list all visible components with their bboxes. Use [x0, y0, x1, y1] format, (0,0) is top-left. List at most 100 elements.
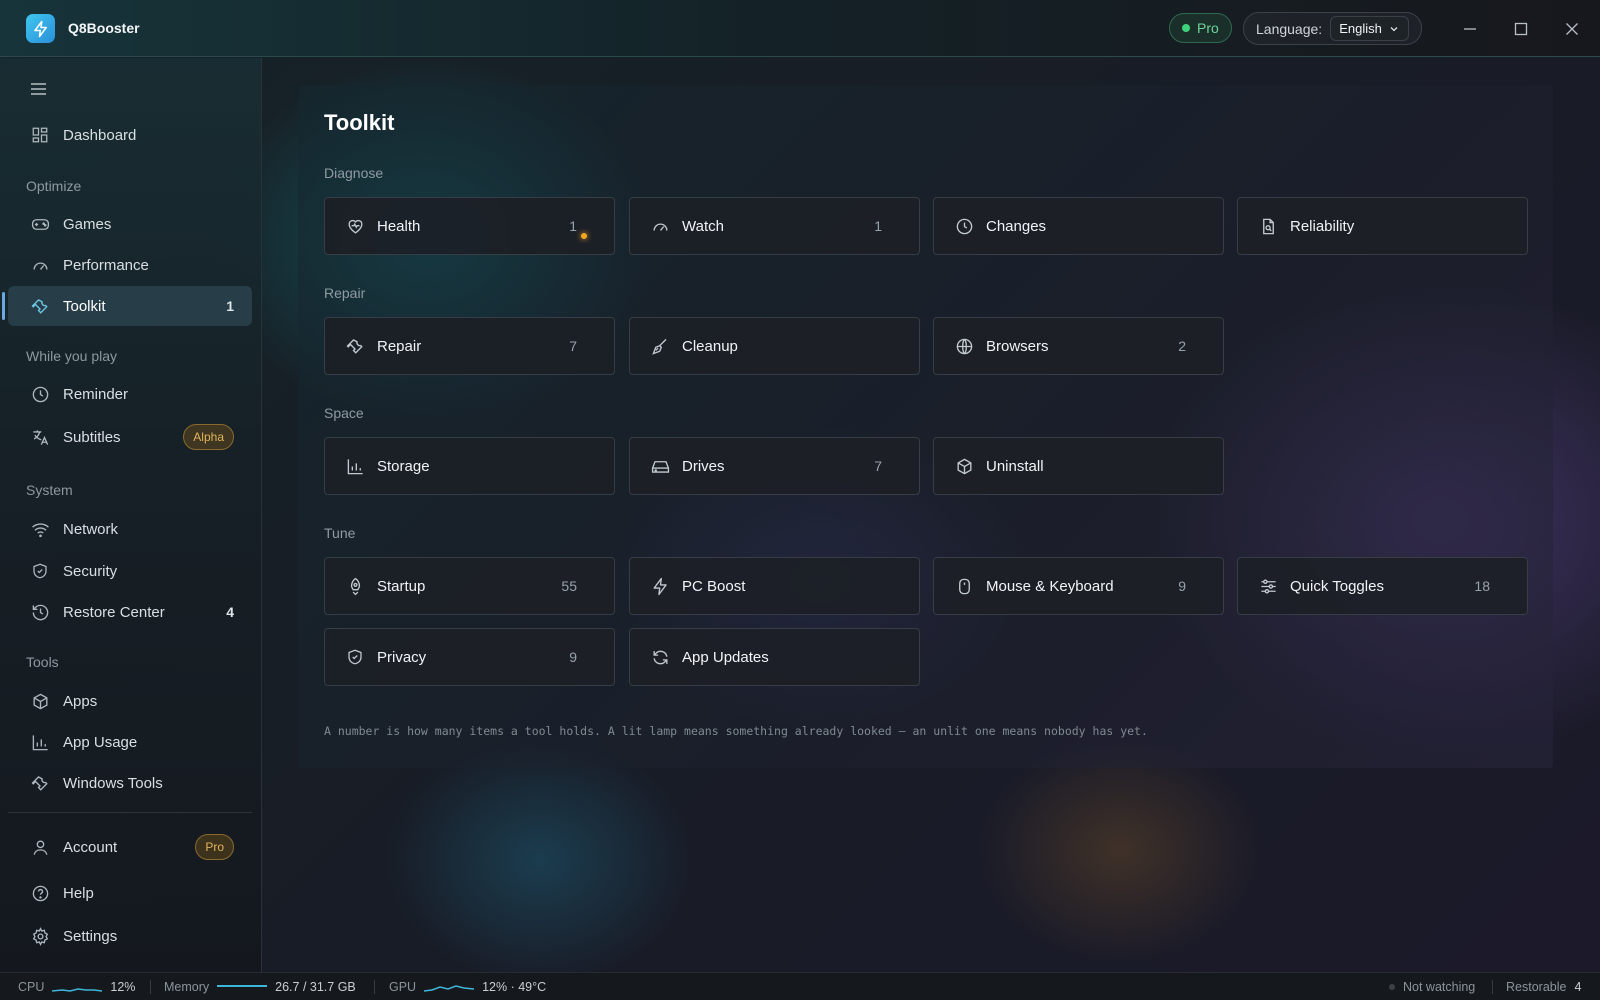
- tool-card-health[interactable]: Health 1: [324, 197, 615, 255]
- alpha-badge: Alpha: [183, 424, 234, 450]
- tool-card-label: Changes: [986, 217, 1047, 235]
- tool-card-label: Reliability: [1290, 217, 1355, 235]
- sidebar-item-apps[interactable]: Apps: [8, 681, 252, 721]
- minimize-button[interactable]: [1455, 14, 1485, 44]
- cpu-indicator: CPU 12%: [18, 973, 135, 1000]
- tool-card-uninstall[interactable]: Uninstall: [933, 437, 1224, 495]
- chevron-down-icon: [1388, 23, 1400, 35]
- tool-card-mouse-keyboard[interactable]: Mouse & Keyboard 9: [933, 557, 1224, 615]
- bar-chart-icon: [345, 456, 365, 476]
- sidebar-item-performance[interactable]: Performance: [8, 245, 252, 285]
- watch-status: Not watching: [1389, 973, 1475, 1000]
- tool-card-cleanup[interactable]: Cleanup: [629, 317, 920, 375]
- tool-card-count: 7: [874, 458, 882, 474]
- sidebar-item-network[interactable]: Network: [8, 509, 252, 549]
- sidebar-item-app-usage[interactable]: App Usage: [8, 722, 252, 762]
- count-badge: 4: [226, 604, 234, 620]
- heart-pulse-icon: [345, 216, 365, 236]
- sidebar: Dashboard Optimize Games Performance Too…: [0, 58, 262, 972]
- sidebar-item-label: Apps: [63, 692, 98, 710]
- language-select[interactable]: English: [1330, 16, 1409, 41]
- refresh-icon: [650, 647, 670, 667]
- shield-icon: [30, 561, 50, 581]
- legend-footnote: A number is how many items a tool holds.…: [324, 724, 1148, 738]
- sidebar-item-security[interactable]: Security: [8, 551, 252, 591]
- status-divider: [150, 980, 151, 994]
- sidebar-item-dashboard[interactable]: Dashboard: [8, 115, 252, 155]
- tool-card-label: App Updates: [682, 648, 769, 666]
- broom-icon: [650, 336, 670, 356]
- cpu-value: 12%: [110, 980, 136, 994]
- restorable-label: Restorable: [1506, 980, 1567, 994]
- status-bar: CPU 12% Memory 26.7 / 31.7 GB GPU 12% · …: [0, 972, 1600, 1000]
- history-icon: [30, 602, 50, 622]
- tool-card-count: 18: [1474, 578, 1490, 594]
- tool-card-privacy[interactable]: Privacy 9: [324, 628, 615, 686]
- sidebar-item-label: Toolkit: [63, 297, 106, 315]
- pro-badge: Pro: [195, 834, 234, 860]
- tool-card-label: Uninstall: [986, 457, 1044, 475]
- tool-card-quick-toggles[interactable]: Quick Toggles 18: [1237, 557, 1528, 615]
- sidebar-item-restore-center[interactable]: Restore Center 4: [8, 592, 252, 632]
- sidebar-item-label: Reminder: [63, 385, 129, 403]
- tool-card-reliability[interactable]: Reliability: [1237, 197, 1528, 255]
- wifi-icon: [30, 519, 50, 539]
- tool-card-pc-boost[interactable]: PC Boost: [629, 557, 920, 615]
- memory-value: 26.7 / 31.7 GB: [275, 980, 356, 994]
- tool-card-drives[interactable]: Drives 7: [629, 437, 920, 495]
- menu-toggle-button[interactable]: [28, 80, 50, 98]
- language-picker: Language: English: [1243, 12, 1422, 45]
- tool-card-app-updates[interactable]: App Updates: [629, 628, 920, 686]
- tool-card-storage[interactable]: Storage: [324, 437, 615, 495]
- mouse-icon: [954, 576, 974, 596]
- lit-lamp-icon: [581, 233, 587, 239]
- tool-card-changes[interactable]: Changes: [933, 197, 1224, 255]
- sidebar-item-label: App Usage: [63, 733, 138, 751]
- sidebar-item-reminder[interactable]: Reminder: [8, 374, 252, 414]
- section-heading-system: System: [26, 482, 73, 498]
- group-heading-diagnose: Diagnose: [324, 165, 384, 181]
- sidebar-item-toolkit[interactable]: Toolkit 1: [2, 286, 252, 326]
- tool-card-label: Mouse & Keyboard: [986, 577, 1114, 595]
- bar-chart-icon: [30, 732, 50, 752]
- tool-card-repair[interactable]: Repair 7: [324, 317, 615, 375]
- gpu-label: GPU: [389, 980, 417, 994]
- gauge-icon: [30, 255, 50, 275]
- group-heading-space: Space: [324, 405, 364, 421]
- close-button[interactable]: [1557, 14, 1587, 44]
- app-title: Q8Booster: [68, 20, 140, 36]
- wrench-icon: [30, 296, 50, 316]
- section-heading-optimize: Optimize: [26, 178, 82, 194]
- sidebar-item-label: Restore Center: [63, 603, 165, 621]
- package-icon: [30, 691, 50, 711]
- status-divider: [1492, 980, 1493, 994]
- tool-card-watch[interactable]: Watch 1: [629, 197, 920, 255]
- gpu-value: 12% · 49°C: [482, 980, 547, 994]
- gauge-icon: [650, 216, 670, 236]
- tool-card-label: PC Boost: [682, 577, 746, 595]
- status-dot-icon: [1182, 24, 1190, 32]
- gpu-sparkline-icon: [424, 985, 475, 992]
- tool-card-browsers[interactable]: Browsers 2: [933, 317, 1224, 375]
- maximize-button[interactable]: [1506, 14, 1536, 44]
- restorable-indicator[interactable]: Restorable 4: [1506, 973, 1581, 1000]
- tool-card-label: Cleanup: [682, 337, 738, 355]
- pro-status-button[interactable]: Pro: [1169, 13, 1232, 43]
- shield-icon: [345, 647, 365, 667]
- count-badge: 1: [226, 298, 234, 314]
- translate-icon: [30, 427, 50, 447]
- sidebar-item-help[interactable]: Help: [8, 873, 252, 913]
- wrench-icon: [345, 336, 365, 356]
- sliders-icon: [1258, 576, 1278, 596]
- tool-card-label: Browsers: [986, 337, 1049, 355]
- sidebar-item-settings[interactable]: Settings: [8, 916, 252, 956]
- sidebar-item-account[interactable]: Account Pro: [8, 827, 252, 867]
- sidebar-item-windows-tools[interactable]: Windows Tools: [8, 763, 252, 803]
- clock-icon: [30, 384, 50, 404]
- sidebar-item-games[interactable]: Games: [8, 204, 252, 244]
- sidebar-item-label: Windows Tools: [63, 774, 163, 792]
- sidebar-item-subtitles[interactable]: Subtitles Alpha: [8, 417, 252, 457]
- tool-card-startup[interactable]: Startup 55: [324, 557, 615, 615]
- rocket-icon: [345, 576, 365, 596]
- status-dot-icon: [1389, 984, 1395, 990]
